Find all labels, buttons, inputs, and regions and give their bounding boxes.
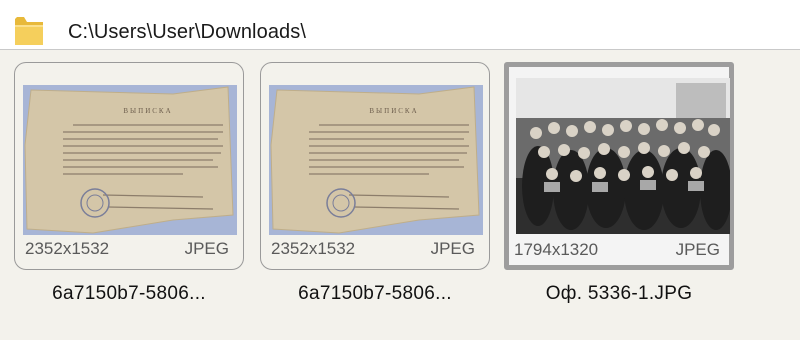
address-path[interactable]: C:\Users\User\Downloads\ xyxy=(68,19,306,45)
file-tile[interactable]: ВЫПИСКА 2352x1532 JPEG xyxy=(260,62,490,270)
address-bar[interactable]: C:\Users\User\Downloads\ xyxy=(0,0,800,50)
image-dimensions: 2352x1532 xyxy=(271,239,356,258)
file-name[interactable]: Оф. 5336-1.JPG xyxy=(504,283,734,305)
svg-text:ВЫПИСКА: ВЫПИСКА xyxy=(369,107,418,115)
file-tile-selected[interactable]: 1794x1320 JPEG xyxy=(504,62,734,270)
group-photo-thumbnail xyxy=(516,78,730,234)
file-type: JPEG xyxy=(430,239,475,258)
file-tile[interactable]: ВЫПИСКА 2352x1532 JPEG xyxy=(14,62,244,270)
folder-icon xyxy=(14,13,44,52)
image-dimensions: 1794x1320 xyxy=(514,240,599,259)
file-type: JPEG xyxy=(184,239,229,258)
file-grid: ВЫПИСКА 2352x1532 JPEG 6a7150b7-5806... … xyxy=(0,50,800,340)
file-type: JPEG xyxy=(675,240,720,259)
document-thumbnail: ВЫПИСКА xyxy=(269,85,483,235)
file-name[interactable]: 6a7150b7-5806... xyxy=(14,283,244,305)
file-name[interactable]: 6a7150b7-5806... xyxy=(260,283,490,305)
svg-text:ВЫПИСКА: ВЫПИСКА xyxy=(123,107,172,115)
document-thumbnail: ВЫПИСКА xyxy=(23,85,237,235)
image-dimensions: 2352x1532 xyxy=(25,239,110,258)
